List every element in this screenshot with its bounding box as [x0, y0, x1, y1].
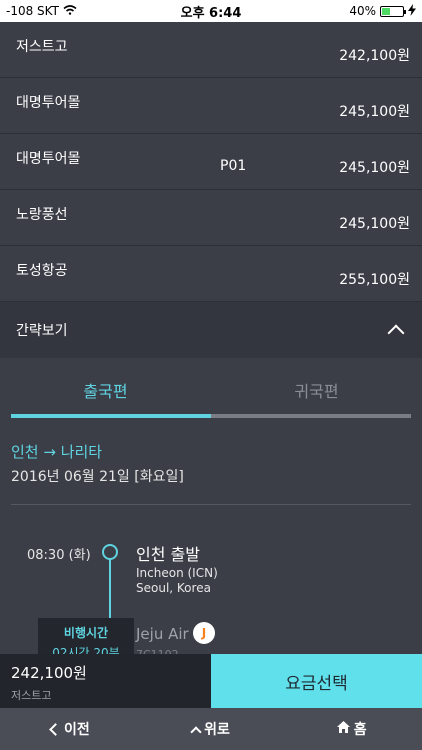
bottom-nav: 이전 위로 홈	[0, 708, 422, 750]
tab-active-indicator	[11, 414, 211, 418]
chevron-up-icon	[387, 324, 405, 342]
airline-name: Jeju Air	[136, 625, 189, 643]
vendor-name: 저스트고	[16, 39, 68, 55]
vendor-name: 노랑풍선	[16, 207, 68, 223]
wifi-icon	[63, 4, 77, 18]
home-icon	[336, 721, 350, 737]
vendor-name: 대명투어몰	[16, 151, 81, 167]
departure-title: 인천 출발	[136, 545, 200, 564]
battery-percent: 40%	[349, 4, 376, 18]
airline-logo-icon: J	[193, 622, 215, 644]
chevron-left-icon	[49, 722, 62, 736]
departure-time: 08:30 (화)	[27, 548, 91, 563]
direction-tabs: 출국편 귀국편	[0, 358, 422, 420]
vendor-price: 245,100원	[339, 160, 410, 176]
departure-airport: Incheon (ICN)	[136, 566, 218, 580]
vendor-price: 242,100원	[339, 48, 410, 64]
flight-duration-label: 비행시간	[63, 626, 109, 640]
collapse-toggle[interactable]: 간략보기	[0, 302, 422, 358]
tab-outbound[interactable]: 출국편	[0, 358, 211, 420]
nav-home-label: 홈	[353, 722, 367, 738]
vendor-name: 토성항공	[16, 263, 68, 279]
vendor-row[interactable]: 대명투어몰 P01 245,100원	[0, 134, 422, 190]
vendor-row[interactable]: 저스트고 242,100원	[0, 22, 422, 78]
vendor-row[interactable]: 토성항공 255,100원	[0, 246, 422, 302]
vendor-price-list: 저스트고 242,100원 대명투어몰 245,100원 대명투어몰 P01 2…	[0, 22, 422, 302]
selected-vendor: 저스트고	[11, 689, 52, 702]
select-fare-button[interactable]: 요금선택	[211, 654, 422, 708]
vendor-price: 255,100원	[339, 272, 410, 288]
selected-price: 242,100원	[11, 664, 87, 682]
timeline-line	[109, 560, 111, 620]
collapse-label: 간략보기	[16, 323, 68, 339]
divider	[11, 504, 411, 505]
status-left: -108 SKT	[6, 4, 349, 18]
vendor-price: 245,100원	[339, 104, 410, 120]
chevron-up-icon	[190, 725, 202, 738]
tab-return[interactable]: 귀국편	[211, 358, 422, 420]
nav-top-label: 위로	[204, 722, 230, 738]
nav-top-button[interactable]: 위로	[141, 719, 282, 739]
charging-icon	[408, 3, 416, 19]
battery-icon	[380, 5, 406, 17]
vendor-row[interactable]: 대명투어몰 245,100원	[0, 78, 422, 134]
flight-duration-box: 비행시간 02시간 20분	[38, 618, 134, 660]
nav-prev-button[interactable]: 이전	[0, 719, 141, 739]
nav-home-button[interactable]: 홈	[281, 719, 422, 739]
status-right: 40%	[349, 3, 416, 19]
carrier-label: -108 SKT	[6, 4, 59, 18]
departure-city: Seoul, Korea	[136, 581, 211, 595]
nav-prev-label: 이전	[63, 722, 90, 738]
vendor-name: 대명투어몰	[16, 95, 81, 111]
route-title: 인천 → 나리타	[11, 443, 103, 461]
timeline-dot	[102, 544, 118, 560]
vendor-row[interactable]: 노랑풍선 245,100원	[0, 190, 422, 246]
selected-price-summary: 242,100원 저스트고	[0, 654, 211, 708]
route-date: 2016년 06월 21일 [화요일]	[11, 469, 184, 485]
vendor-code: P01	[220, 158, 247, 174]
status-bar: -108 SKT 오후 6:44 40%	[0, 0, 422, 22]
price-bar: 242,100원 저스트고 요금선택	[0, 654, 422, 708]
vendor-price: 245,100원	[339, 216, 410, 232]
